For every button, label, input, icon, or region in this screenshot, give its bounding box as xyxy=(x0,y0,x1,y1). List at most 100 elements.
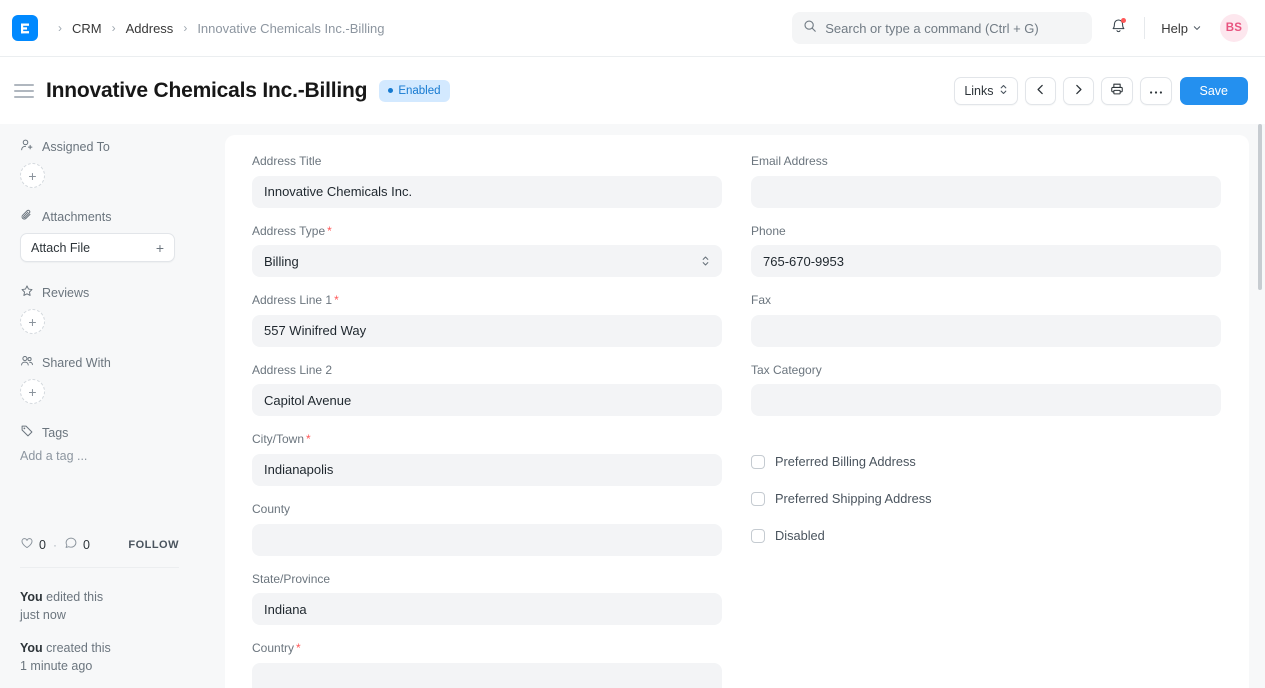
print-button[interactable] xyxy=(1101,77,1133,105)
heart-icon xyxy=(20,536,34,553)
checkbox-label: Preferred Shipping Address xyxy=(775,491,932,506)
help-menu-button[interactable]: Help xyxy=(1155,17,1208,40)
comment-icon xyxy=(64,536,78,553)
page-scrollbar[interactable] xyxy=(1258,124,1262,290)
activity-item: You created this 1 minute ago xyxy=(20,639,200,675)
navbar-right-group: Search or type a command (Ctrl + G) Help… xyxy=(792,12,1248,44)
field-label: Address Line 2 xyxy=(252,363,722,379)
field-label: Tax Category xyxy=(751,363,1221,379)
activity-actor: You xyxy=(20,590,43,604)
activity-item: You edited this just now xyxy=(20,588,200,624)
tags-header: Tags xyxy=(20,424,205,441)
form-column-right: Email Address Phone 765-670-9953 Fax Tax… xyxy=(751,154,1221,688)
checkbox-box-icon[interactable] xyxy=(751,529,765,543)
address-line-2-input[interactable]: Capitol Avenue xyxy=(252,384,722,416)
address-type-select[interactable]: Billing xyxy=(252,245,722,277)
search-placeholder: Search or type a command (Ctrl + G) xyxy=(825,21,1039,36)
reviews-header: Reviews xyxy=(20,284,205,301)
field-tax-category: Tax Category xyxy=(751,363,1221,417)
field-label: Address Title xyxy=(252,154,722,170)
stats-separator: · xyxy=(53,538,57,552)
breadcrumb-item-address[interactable]: Address xyxy=(122,19,178,38)
links-button[interactable]: Links xyxy=(954,77,1017,105)
required-marker: * xyxy=(334,293,339,307)
sidebar-section-assigned-to: Assigned To + xyxy=(20,138,205,188)
assigned-to-label: Assigned To xyxy=(42,140,110,154)
like-button[interactable]: 0 xyxy=(20,536,46,553)
field-address-title: Address Title Innovative Chemicals Inc. xyxy=(252,154,722,208)
next-document-button[interactable] xyxy=(1063,77,1094,105)
field-value: Capitol Avenue xyxy=(264,393,351,408)
erpnext-logo-icon[interactable] xyxy=(12,15,38,41)
navbar-divider xyxy=(1144,17,1145,39)
address-title-input[interactable]: Innovative Chemicals Inc. xyxy=(252,176,722,208)
status-dot-icon xyxy=(388,88,393,93)
checkbox-box-icon[interactable] xyxy=(751,492,765,506)
tax-category-input[interactable] xyxy=(751,384,1221,416)
follow-button[interactable]: FOLLOW xyxy=(128,539,179,551)
status-badge[interactable]: Enabled xyxy=(379,80,449,102)
field-value: Billing xyxy=(264,254,299,269)
fax-input[interactable] xyxy=(751,315,1221,347)
field-county: County xyxy=(252,502,722,556)
sidebar-section-reviews: Reviews + xyxy=(20,284,205,334)
phone-input[interactable]: 765-670-9953 xyxy=(751,245,1221,277)
activity-action: created this xyxy=(43,641,111,655)
more-actions-button[interactable] xyxy=(1140,77,1172,105)
paperclip-icon xyxy=(20,208,34,225)
activity-action: edited this xyxy=(43,590,103,604)
field-value: Indiana xyxy=(264,602,307,617)
form-sidebar: Assigned To + Attachments Attach File + xyxy=(0,124,225,688)
notifications-button[interactable] xyxy=(1102,12,1134,44)
sidebar-section-attachments: Attachments Attach File + xyxy=(20,208,205,262)
sidebar-section-shared-with: Shared With + xyxy=(20,354,205,404)
reviews-label: Reviews xyxy=(42,286,89,300)
field-value: 557 Winifred Way xyxy=(264,323,366,338)
country-input[interactable] xyxy=(252,663,722,688)
email-address-input[interactable] xyxy=(751,176,1221,208)
search-input[interactable]: Search or type a command (Ctrl + G) xyxy=(792,12,1092,44)
breadcrumb-item-crm[interactable]: CRM xyxy=(68,19,106,38)
star-icon xyxy=(20,284,34,301)
required-marker: * xyxy=(327,224,332,238)
previous-document-button[interactable] xyxy=(1025,77,1056,105)
field-phone: Phone 765-670-9953 xyxy=(751,224,1221,278)
checkbox-box-icon[interactable] xyxy=(751,455,765,469)
chevron-up-down-icon xyxy=(999,83,1008,99)
page-body: Assigned To + Attachments Attach File + xyxy=(0,124,1265,688)
checkbox-preferred-shipping-address[interactable]: Preferred Shipping Address xyxy=(751,491,1221,506)
checkbox-preferred-billing-address[interactable]: Preferred Billing Address xyxy=(751,454,1221,469)
field-value: 765-670-9953 xyxy=(763,254,844,269)
city-town-input[interactable]: Indianapolis xyxy=(252,454,722,486)
breadcrumb-item-current[interactable]: Innovative Chemicals Inc.-Billing xyxy=(193,19,388,38)
checkbox-label: Disabled xyxy=(775,528,825,543)
tag-input[interactable]: Add a tag ... xyxy=(20,449,205,463)
top-navbar: › CRM › Address › Innovative Chemicals I… xyxy=(0,0,1265,57)
help-label: Help xyxy=(1161,21,1188,36)
address-line-1-input[interactable]: 557 Winifred Way xyxy=(252,315,722,347)
comment-count: 0 xyxy=(83,538,90,552)
avatar[interactable]: BS xyxy=(1220,14,1248,42)
field-label: Email Address xyxy=(751,154,1221,170)
comment-button[interactable]: 0 xyxy=(64,536,90,553)
chevron-down-icon xyxy=(1192,21,1202,36)
county-input[interactable] xyxy=(252,524,722,556)
field-email-address: Email Address xyxy=(751,154,1221,208)
checkbox-label: Preferred Billing Address xyxy=(775,454,916,469)
hamburger-icon[interactable] xyxy=(14,84,34,98)
add-assignment-button[interactable]: + xyxy=(20,163,45,188)
search-icon xyxy=(803,19,817,38)
tags-label: Tags xyxy=(42,426,68,440)
state-province-input[interactable]: Indiana xyxy=(252,593,722,625)
field-state-province: State/Province Indiana xyxy=(252,572,722,626)
activity-log: You edited this just now You created thi… xyxy=(20,588,200,688)
page-header: Innovative Chemicals Inc.-Billing Enable… xyxy=(0,57,1265,124)
checkbox-disabled[interactable]: Disabled xyxy=(751,528,1221,543)
add-review-button[interactable]: + xyxy=(20,309,45,334)
add-share-button[interactable]: + xyxy=(20,379,45,404)
activity-time: just now xyxy=(20,608,66,622)
save-button[interactable]: Save xyxy=(1180,77,1249,105)
breadcrumb-separator-1: › xyxy=(112,22,116,34)
field-value: Innovative Chemicals Inc. xyxy=(264,184,412,199)
attach-file-button[interactable]: Attach File + xyxy=(20,233,175,262)
